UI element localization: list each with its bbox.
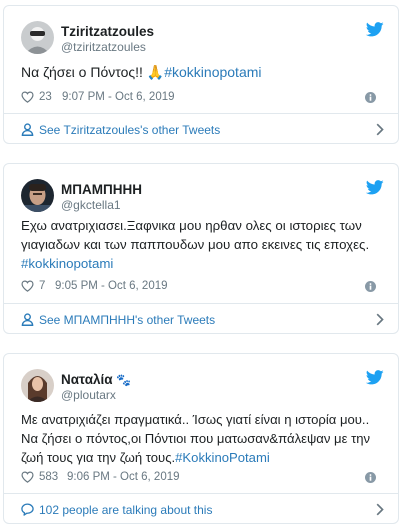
tweet-text-line: ζωή τους για την ζωή τους.#KokkinoPotami [21, 448, 384, 467]
heart-icon[interactable] [21, 471, 34, 483]
tweet-text-line: γιαγιαδων και των παππουδων μου απο εκει… [21, 237, 370, 252]
see-other-tweets-link[interactable]: See ΜΠΑΜΠΗΗΗ's other Tweets [4, 303, 398, 335]
comment-icon [21, 503, 34, 516]
person-icon [21, 313, 34, 326]
hashtag-link[interactable]: #KokkinoPotami [175, 450, 270, 465]
footer-label[interactable]: See ΜΠΑΜΠΗΗΗ's other Tweets [39, 313, 215, 327]
tweet-header: Ναταλία 🐾 @ploutarx [4, 354, 398, 408]
tweet-text: Να ζήσει ο Πόντος!! 🙏#kokkinopotami [21, 63, 384, 82]
chevron-right-icon[interactable] [376, 123, 384, 136]
user-handle[interactable]: @gkctella1 [61, 198, 121, 212]
tweet-meta: 23 9:07 PM - Oct 6, 2019 [21, 90, 384, 106]
avatar[interactable] [21, 21, 54, 54]
tweet-timestamp[interactable]: 9:05 PM - Oct 6, 2019 [55, 280, 168, 292]
conversation-link[interactable]: 102 people are talking about this [4, 493, 398, 525]
tweet-text-body: Να ζήσει ο Πόντος!! [21, 64, 147, 80]
tweet-text-line: Εχω ανατριχιασει.Ξαφνικα μου ηρθαν ολες … [21, 218, 362, 233]
heart-icon[interactable] [21, 91, 34, 103]
tweet-text-line-body: ζωή τους για την ζωή τους. [21, 450, 176, 465]
tweet-text: Εχω ανατριχιασει.Ξαφνικα μου ηρθαν ολες … [21, 216, 384, 273]
info-icon[interactable] [365, 281, 376, 292]
like-count[interactable]: 583 [39, 471, 58, 483]
see-other-tweets-link[interactable]: See Tziritzatzoules's other Tweets [4, 113, 398, 145]
tweet-timestamp[interactable]: 9:07 PM - Oct 6, 2019 [62, 91, 175, 103]
footer-label[interactable]: 102 people are talking about this [39, 503, 212, 517]
tweet-card-2[interactable]: ΜΠΑΜΠΗΗΗ @gkctella1 Εχω ανατριχιασει.Ξαφ… [3, 163, 399, 334]
hashtag-link[interactable]: #kokkinopotami [21, 254, 384, 273]
tweet-header: ΜΠΑΜΠΗΗΗ @gkctella1 [4, 164, 398, 218]
footer-label[interactable]: See Tziritzatzoules's other Tweets [39, 123, 220, 137]
like-count[interactable]: 23 [39, 91, 52, 103]
tweet-timestamp[interactable]: 9:06 PM - Oct 6, 2019 [67, 471, 180, 483]
hashtag-link[interactable]: #kokkinopotami [164, 64, 261, 80]
avatar[interactable] [21, 369, 54, 402]
paw-emoji: 🐾 [116, 373, 132, 387]
twitter-bird-icon[interactable] [366, 370, 384, 385]
folded-hands-emoji: 🙏 [146, 64, 165, 80]
tweet-card-3[interactable]: Ναταλία 🐾 @ploutarx Με ανατριχιάζει πραγ… [3, 353, 399, 524]
tweet-text-line: Να ζήσει ο πόντος,οι Πόντιοι που ματωσαν… [21, 431, 371, 446]
user-handle[interactable]: @ploutarx [61, 388, 116, 402]
tweet-meta: 7 9:05 PM - Oct 6, 2019 [21, 279, 384, 295]
person-icon [21, 123, 34, 136]
chevron-right-icon[interactable] [376, 313, 384, 326]
twitter-bird-icon[interactable] [366, 22, 384, 37]
display-name[interactable]: ΜΠΑΜΠΗΗΗ [61, 182, 142, 197]
tweet-text-line: Με ανατριχιάζει πραγματικά.. Ίσως γιατί … [21, 412, 370, 427]
user-handle[interactable]: @tziritzatzoules [61, 40, 146, 54]
tweet-meta: 583 9:06 PM - Oct 6, 2019 [21, 470, 384, 486]
like-count[interactable]: 7 [39, 280, 45, 292]
tweet-header: Tziritzatzoules @tziritzatzoules [4, 6, 398, 60]
tweet-card-1[interactable]: Tziritzatzoules @tziritzatzoules Να ζήσε… [3, 5, 399, 144]
info-icon[interactable] [365, 472, 376, 483]
avatar[interactable] [21, 179, 54, 212]
info-icon[interactable] [365, 92, 376, 103]
twitter-bird-icon[interactable] [366, 180, 384, 195]
heart-icon[interactable] [21, 280, 34, 292]
tweet-text: Με ανατριχιάζει πραγματικά.. Ίσως γιατί … [21, 410, 384, 467]
chevron-right-icon[interactable] [376, 503, 384, 516]
display-name-text[interactable]: Ναταλία [61, 372, 113, 387]
display-name[interactable]: Tziritzatzoules [61, 24, 154, 39]
display-name[interactable]: Ναταλία 🐾 [61, 372, 131, 387]
